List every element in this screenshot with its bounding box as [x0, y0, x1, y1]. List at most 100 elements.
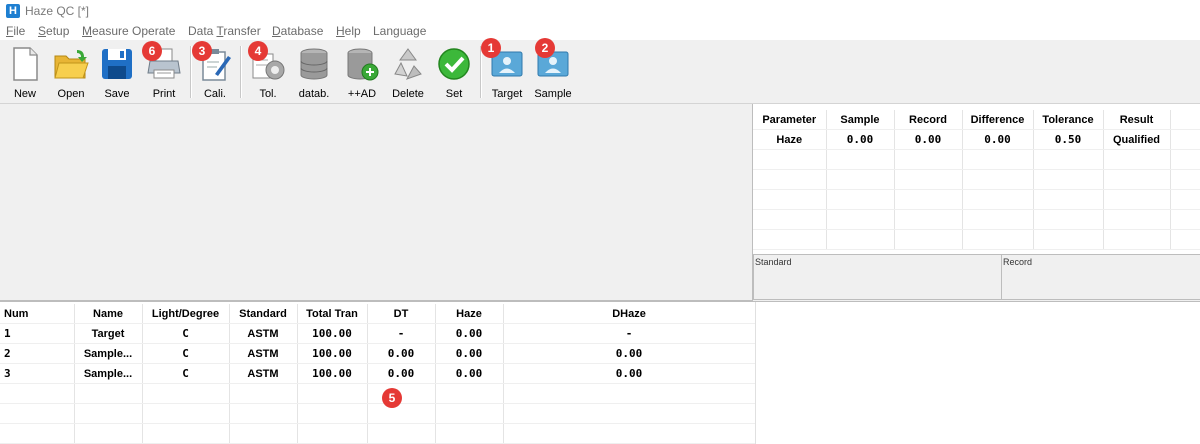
- column-header: [1170, 110, 1200, 130]
- table-cell: C: [142, 363, 230, 384]
- database-add-icon: [347, 48, 379, 81]
- table-cell: 3: [0, 363, 75, 384]
- table-row: [0, 403, 756, 424]
- table-cell: ASTM: [229, 323, 298, 344]
- menu-help[interactable]: Help: [336, 24, 361, 38]
- table-cell: 0.00: [435, 323, 504, 344]
- standard-box: Standard: [753, 255, 1002, 300]
- table-row: [753, 229, 1200, 250]
- table-cell: 0.00: [962, 129, 1034, 150]
- toolbar-separator: [240, 46, 242, 98]
- column-header: Standard: [229, 304, 298, 324]
- chart-area: [0, 104, 753, 301]
- record-box: Record: [1001, 255, 1200, 300]
- set-button[interactable]: Set: [434, 42, 474, 100]
- checkmark-icon: [438, 48, 470, 80]
- measurement-table: Num Name Light/Degree Standard Total Tra…: [0, 304, 756, 444]
- column-header: Name: [74, 304, 143, 324]
- table-cell: 0.00: [367, 363, 436, 384]
- standard-label: Standard: [755, 257, 792, 267]
- table-cell: 0.50: [1033, 129, 1104, 150]
- new-file-icon: [13, 47, 38, 81]
- table-cell: 1: [0, 323, 75, 344]
- annotation-badge: 1: [481, 38, 501, 58]
- save-floppy-icon: [102, 49, 132, 79]
- app-logo-icon: H: [6, 4, 20, 18]
- menu-setup[interactable]: Setup: [38, 24, 69, 38]
- column-header: Num: [0, 304, 75, 324]
- database-icon: [300, 48, 328, 80]
- menu-data-transfer[interactable]: Data Transfer: [188, 24, 261, 38]
- column-header: Light/Degree: [142, 304, 230, 324]
- table-cell: C: [142, 343, 230, 364]
- column-header: Tolerance: [1033, 110, 1104, 130]
- measurement-data-panel: Num Name Light/Degree Standard Total Tra…: [0, 301, 1200, 444]
- add-record-button[interactable]: ++AD: [340, 42, 384, 100]
- table-row: [753, 149, 1200, 170]
- table-cell: ASTM: [229, 363, 298, 384]
- annotation-badge: 4: [248, 41, 268, 61]
- table-cell: 100.00: [297, 343, 368, 364]
- column-header: Record: [894, 110, 963, 130]
- column-divider: [755, 302, 756, 444]
- menu-language[interactable]: Language: [373, 24, 426, 38]
- table-cell: ASTM: [229, 343, 298, 364]
- table-row: [0, 383, 756, 404]
- table-cell: Haze: [753, 129, 827, 150]
- table-row[interactable]: 3 Sample... C ASTM 100.00 0.00 0.00 0.00: [0, 363, 756, 384]
- menu-database[interactable]: Database: [272, 24, 323, 38]
- column-header: Difference: [962, 110, 1034, 130]
- annotation-badge: 5: [382, 388, 402, 408]
- menu-file[interactable]: File: [6, 24, 25, 38]
- table-row: [0, 423, 756, 444]
- table-cell: C: [142, 323, 230, 344]
- column-header: Parameter: [753, 110, 827, 130]
- table-cell: 0.00: [503, 343, 756, 364]
- parameters-table: Parameter Sample Record Difference Toler…: [753, 110, 1200, 250]
- table-header-row: Num Name Light/Degree Standard Total Tra…: [0, 304, 756, 324]
- column-header: DHaze: [503, 304, 756, 324]
- standard-record-panel: Standard Record: [753, 255, 1200, 300]
- open-folder-icon: [54, 50, 89, 79]
- column-header: Result: [1103, 110, 1171, 130]
- annotation-badge: 6: [142, 41, 162, 61]
- title-bar: H Haze QC [*]: [0, 0, 1200, 22]
- open-button[interactable]: Open: [50, 42, 92, 100]
- menu-measure-operate[interactable]: Measure Operate: [82, 24, 175, 38]
- column-header: Total Tran: [297, 304, 368, 324]
- table-cell: 100.00: [297, 323, 368, 344]
- parameters-panel: Parameter Sample Record Difference Toler…: [753, 104, 1200, 255]
- table-cell: 100.00: [297, 363, 368, 384]
- table-cell: 0.00: [435, 343, 504, 364]
- table-cell: 0.00: [435, 363, 504, 384]
- new-button[interactable]: New: [4, 42, 46, 100]
- table-cell: 0.00: [826, 129, 895, 150]
- table-cell: Target: [74, 323, 143, 344]
- column-header: Sample: [826, 110, 895, 130]
- recycle-icon: [394, 48, 422, 80]
- record-label: Record: [1003, 257, 1033, 267]
- table-cell: 0.00: [894, 129, 963, 150]
- table-cell: -: [503, 323, 756, 344]
- table-cell: Sample...: [74, 343, 143, 364]
- database-button[interactable]: datab.: [292, 42, 336, 100]
- window-title: Haze QC [*]: [25, 4, 90, 18]
- table-cell: -: [367, 323, 436, 344]
- table-row[interactable]: 1 Target C ASTM 100.00 - 0.00 -: [0, 323, 756, 344]
- table-cell: 0.00: [503, 363, 756, 384]
- table-cell: 0.00: [367, 343, 436, 364]
- table-row[interactable]: Haze 0.00 0.00 0.00 0.50 Qualified: [753, 129, 1200, 150]
- save-button[interactable]: Save: [96, 42, 138, 100]
- toolbar: New Open Save Print Cali. Tol. datab. ++…: [0, 38, 1200, 104]
- table-cell: Qualified: [1103, 129, 1171, 150]
- table-row: [753, 209, 1200, 230]
- menu-bar: File Setup Measure Operate Data Transfer…: [0, 22, 1200, 40]
- table-cell: [1170, 129, 1200, 150]
- delete-button[interactable]: Delete: [386, 42, 430, 100]
- table-header-row: Parameter Sample Record Difference Toler…: [753, 110, 1200, 130]
- table-row[interactable]: 2 Sample... C ASTM 100.00 0.00 0.00 0.00: [0, 343, 756, 364]
- annotation-badge: 3: [192, 41, 212, 61]
- toolbar-separator: [480, 46, 482, 98]
- annotation-badge: 2: [535, 38, 555, 58]
- table-row: [753, 169, 1200, 190]
